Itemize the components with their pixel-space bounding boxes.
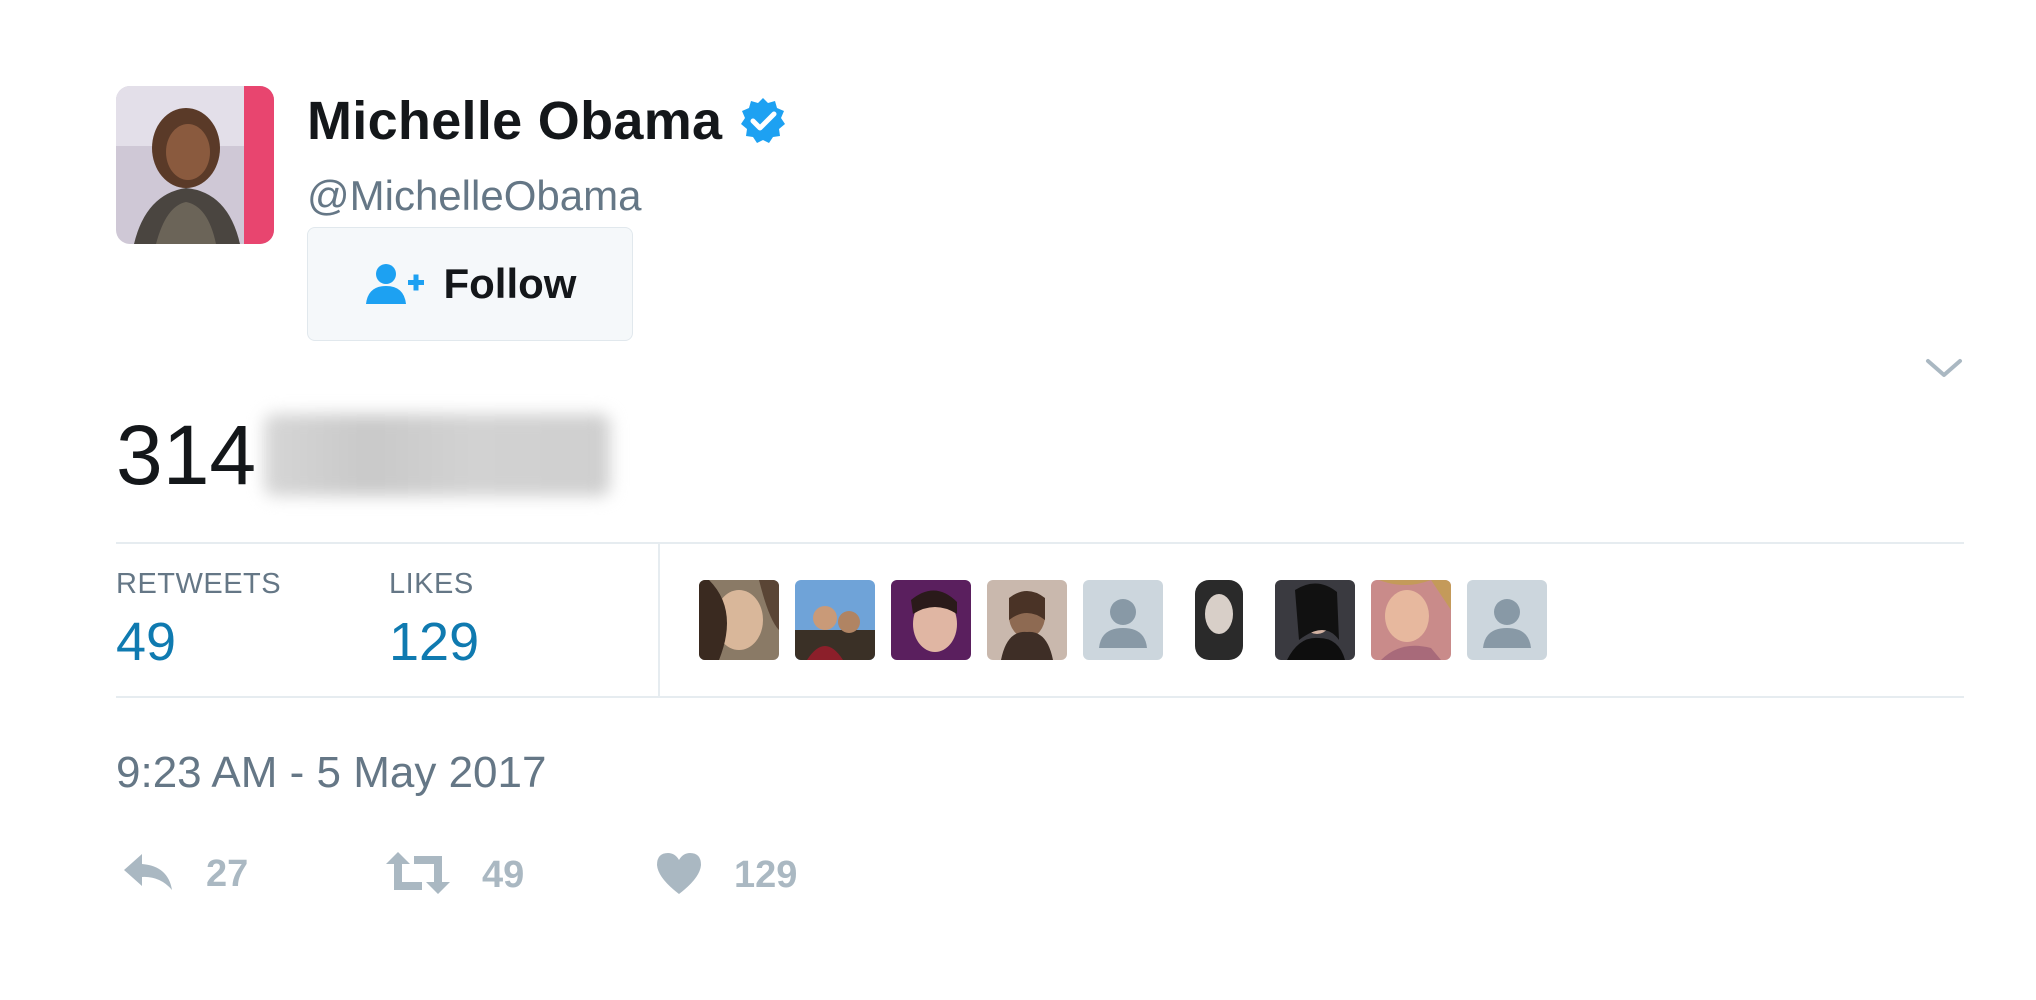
display-name[interactable]: Michelle Obama (307, 90, 722, 152)
liker-avatar[interactable] (1275, 580, 1355, 660)
reply-count: 27 (206, 853, 249, 895)
verified-badge-icon (738, 96, 788, 146)
liker-avatar[interactable] (1179, 580, 1259, 660)
reply-button[interactable]: 27 (120, 850, 248, 899)
tweet-card: Michelle Obama @MichelleObama Follow 314 (0, 0, 2036, 1000)
tweet-timestamp[interactable]: 9:23 AM - 5 May 2017 (116, 748, 546, 798)
reply-icon (120, 850, 176, 899)
likes-stat[interactable]: LIKES 129 (389, 568, 479, 673)
liker-avatar[interactable] (987, 580, 1067, 660)
likes-count: 129 (389, 612, 480, 672)
name-row: Michelle Obama (307, 90, 788, 152)
retweets-label: RETWEETS (116, 568, 282, 600)
liker-avatar[interactable] (795, 580, 875, 660)
retweet-button[interactable]: 49 (384, 850, 524, 901)
liker-avatar[interactable] (891, 580, 971, 660)
liker-avatars (699, 580, 1547, 660)
tweet-text-visible: 314 (116, 407, 257, 502)
follow-button-label: Follow (443, 260, 577, 307)
chevron-down-icon[interactable] (1922, 353, 1966, 383)
like-count: 129 (734, 854, 798, 896)
retweets-stat[interactable]: RETWEETS 49 (116, 568, 281, 673)
add-user-icon (364, 262, 426, 306)
retweet-count: 49 (482, 854, 525, 896)
liker-avatar-default[interactable] (1083, 580, 1163, 660)
stats-bar: RETWEETS 49 LIKES 129 (116, 542, 1964, 698)
heart-icon (654, 850, 704, 901)
user-handle[interactable]: @MichelleObama (307, 172, 641, 220)
liker-avatar[interactable] (1371, 580, 1451, 660)
like-button[interactable]: 129 (654, 850, 797, 901)
stats-divider (658, 544, 660, 696)
profile-avatar[interactable] (116, 86, 274, 244)
follow-button[interactable]: Follow (307, 227, 633, 341)
tweet-text: 314 (116, 407, 611, 502)
liker-avatar-default[interactable] (1467, 580, 1547, 660)
liker-avatar[interactable] (699, 580, 779, 660)
blurred-text-redaction (264, 414, 611, 496)
retweets-count: 49 (116, 612, 177, 672)
retweet-icon (384, 850, 452, 901)
likes-label: LIKES (389, 568, 474, 600)
